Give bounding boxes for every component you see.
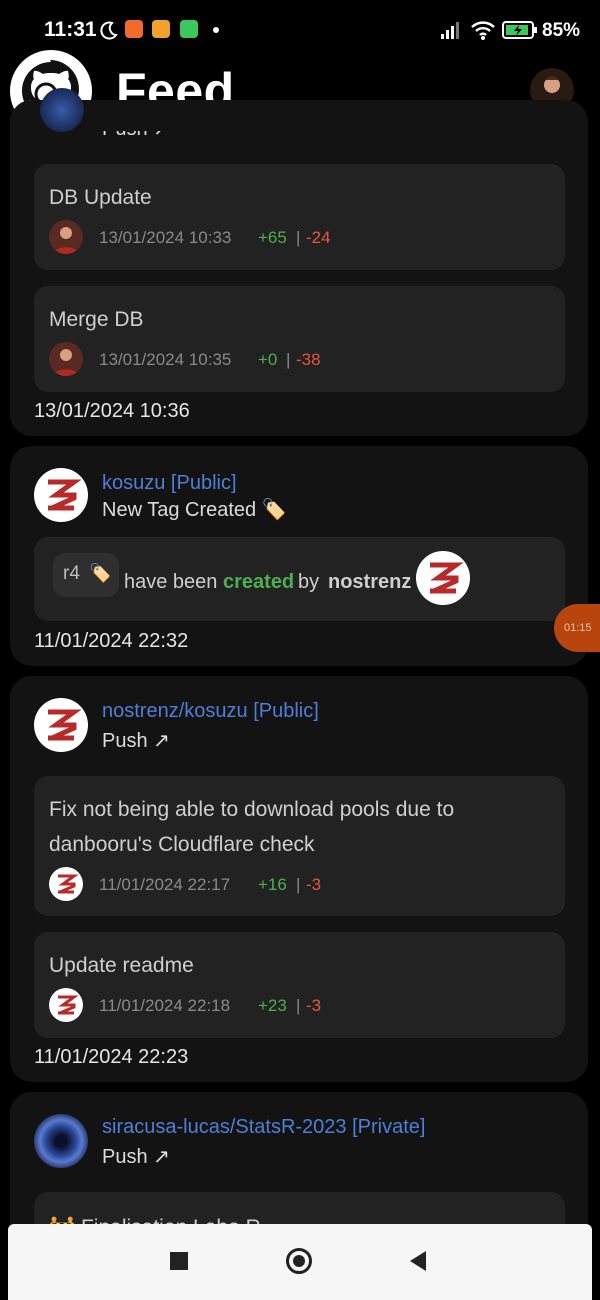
moon-icon bbox=[100, 21, 118, 40]
feed-card[interactable]: nostrenz/kosuzu [Public] Push ↗ Fix not … bbox=[10, 676, 588, 1082]
repo-name-link[interactable]: kosuzu [Public] bbox=[102, 472, 237, 495]
signal-icon bbox=[441, 22, 459, 39]
floating-timer[interactable]: 01:15 bbox=[554, 604, 600, 652]
notification-icon-2 bbox=[152, 20, 170, 38]
event-date: 13/01/2024 10:36 bbox=[34, 400, 190, 422]
event-type: Push ↗ bbox=[102, 1146, 170, 1168]
commit-deletions: -3 bbox=[306, 996, 322, 1015]
author-avatar bbox=[49, 867, 83, 901]
commit-deletions: -24 bbox=[306, 228, 331, 247]
event-date: 11/01/2024 22:32 bbox=[34, 630, 189, 652]
kosuzu-logo-icon bbox=[48, 479, 82, 511]
home-dot-icon bbox=[293, 1255, 305, 1267]
stats-separator: | bbox=[296, 228, 301, 247]
tag-badge: r4 🏷️ bbox=[53, 553, 119, 597]
tag-text-by: by bbox=[298, 571, 320, 593]
notification-icon-1 bbox=[125, 20, 143, 38]
commit-date: 13/01/2024 10:33 bbox=[99, 228, 232, 247]
commit-deletions: -38 bbox=[296, 350, 321, 369]
battery-icon bbox=[502, 21, 537, 39]
dot-icon bbox=[213, 27, 219, 33]
commit-message-line-2: danbooru's Cloudflare check bbox=[49, 833, 315, 856]
author-avatar bbox=[49, 988, 83, 1022]
commit-additions: +0 bbox=[258, 350, 278, 369]
kosuzu-logo-icon bbox=[48, 709, 82, 741]
battery-percentage: 85% bbox=[542, 20, 581, 41]
author-avatar bbox=[49, 342, 83, 376]
repo-name-link[interactable]: siracusa-lucas/StatsR-2023 [Private] bbox=[102, 1116, 425, 1139]
event-type: New Tag Created 🏷️ bbox=[102, 499, 287, 521]
tag-username[interactable]: nostrenz bbox=[328, 571, 411, 594]
stats-separator: | bbox=[296, 996, 301, 1015]
user-avatar[interactable] bbox=[416, 551, 470, 605]
system-nav-bar bbox=[8, 1224, 592, 1300]
android-icon bbox=[180, 20, 198, 38]
commit-additions: +65 bbox=[258, 228, 287, 247]
commit-additions: +16 bbox=[258, 875, 287, 894]
kosuzu-logo-icon bbox=[58, 995, 79, 1015]
repo-avatar bbox=[34, 698, 88, 752]
commit-deletions: -3 bbox=[306, 875, 322, 894]
commit-date: 11/01/2024 22:17 bbox=[99, 875, 231, 894]
feed-card[interactable]: kosuzu [Public] New Tag Created 🏷️ r4 🏷️… bbox=[10, 446, 588, 666]
commit-message: Merge DB bbox=[49, 308, 144, 331]
commit-card[interactable]: Fix not being able to download pools due… bbox=[34, 776, 565, 916]
commit-date: 13/01/2024 10:35 bbox=[99, 350, 232, 369]
commit-date: 11/01/2024 22:18 bbox=[99, 996, 231, 1015]
kosuzu-logo-icon bbox=[58, 874, 79, 894]
repo-avatar bbox=[34, 468, 88, 522]
commit-message: Update readme bbox=[49, 954, 194, 977]
commit-message: DB Update bbox=[49, 186, 152, 209]
recents-button[interactable] bbox=[170, 1252, 188, 1270]
tag-name: r4 bbox=[63, 563, 80, 584]
back-button[interactable] bbox=[408, 1250, 428, 1272]
tag-event-card[interactable]: r4 🏷️ have been created by nostrenz bbox=[34, 537, 565, 621]
wifi-icon bbox=[471, 21, 495, 40]
commit-card[interactable]: DB Update 13/01/2024 10:33 +65 | -24 bbox=[34, 164, 565, 270]
tag-text-have-been: have been bbox=[124, 571, 218, 593]
timer-label: 01:15 bbox=[564, 622, 592, 634]
home-button[interactable] bbox=[286, 1248, 312, 1274]
event-date: 11/01/2024 22:23 bbox=[34, 1046, 189, 1068]
event-type: Push ↗ bbox=[102, 730, 170, 752]
stats-separator: | bbox=[296, 875, 301, 894]
feed-card[interactable]: Push ↗ DB Update 13/01/2024 10:33 +65 | … bbox=[10, 88, 588, 436]
tag-text-created: created bbox=[223, 571, 295, 593]
author-avatar bbox=[49, 220, 83, 254]
tag-icon: 🏷️ bbox=[89, 563, 112, 583]
repo-name-link[interactable]: nostrenz/kosuzu [Public] bbox=[102, 700, 319, 723]
stats-separator: | bbox=[286, 350, 291, 369]
commit-card[interactable]: Update readme 11/01/2024 22:18 +23 | -3 bbox=[34, 932, 565, 1038]
commit-message-line-1: Fix not being able to download pools due… bbox=[49, 798, 455, 821]
repo-avatar bbox=[40, 88, 84, 132]
status-time: 11:31 bbox=[44, 18, 97, 41]
commit-card[interactable]: Merge DB 13/01/2024 10:35 +0 | -38 bbox=[34, 286, 565, 392]
kosuzu-logo-icon bbox=[430, 562, 464, 594]
commit-additions: +23 bbox=[258, 996, 287, 1015]
repo-avatar bbox=[34, 1114, 88, 1168]
event-type: Push ↗ bbox=[102, 118, 170, 140]
